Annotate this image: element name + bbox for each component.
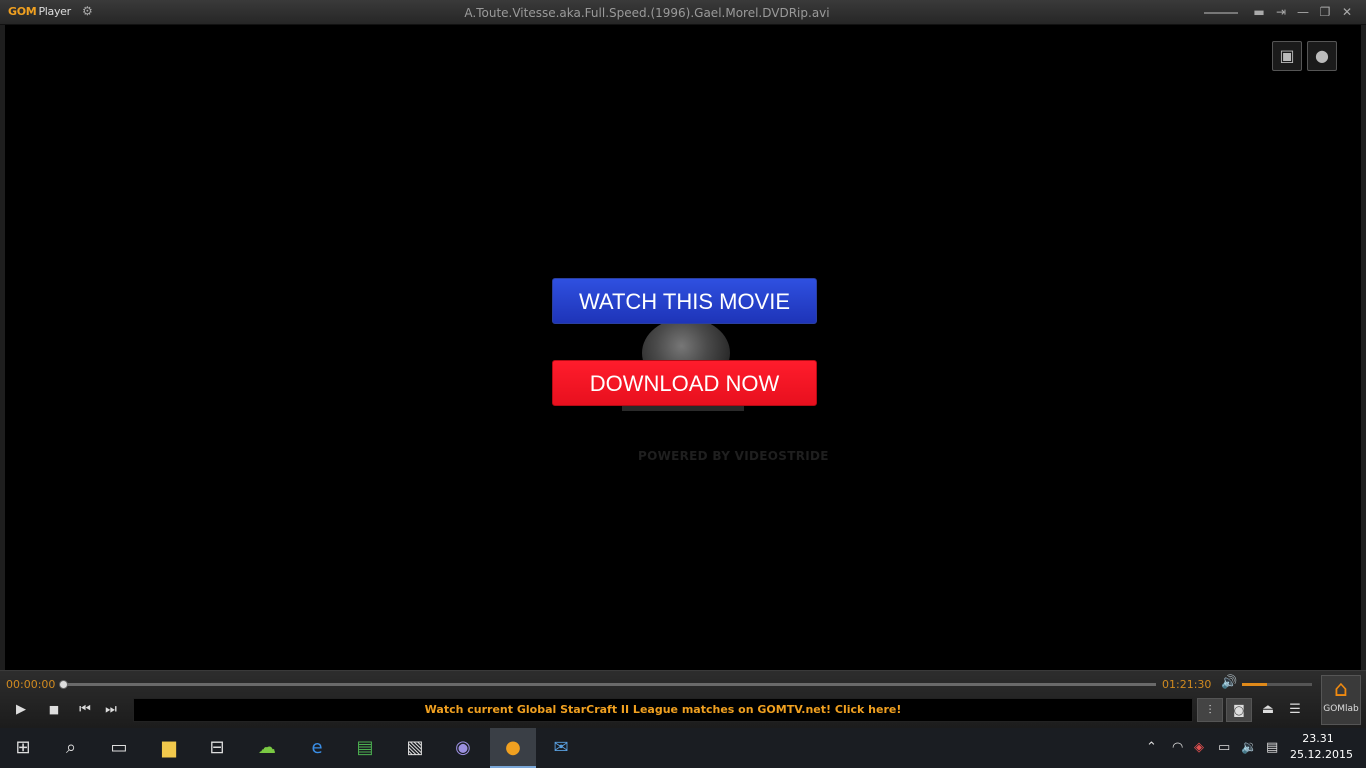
- watch-movie-button[interactable]: WATCH THIS MOVIE: [552, 278, 817, 324]
- chevron-up-icon[interactable]: ⌃: [1146, 728, 1157, 768]
- app-green-icon[interactable]: ☁: [244, 728, 290, 768]
- clock-time: 23.31: [1302, 732, 1334, 745]
- file-explorer-icon[interactable]: ▆: [146, 728, 192, 768]
- maximize-icon[interactable]: ❐: [1314, 3, 1336, 21]
- volume-icon[interactable]: 🔉: [1241, 728, 1257, 768]
- powered-by-text: POWERED BY VIDEOSTRIDE: [638, 449, 829, 463]
- minimize-to-tray-icon[interactable]: [1204, 12, 1238, 14]
- home-icon: ⌂: [1334, 677, 1348, 702]
- eject-icon[interactable]: ⏏: [1259, 701, 1277, 719]
- windows-start-icon[interactable]: ⊞: [0, 728, 46, 768]
- system-clock[interactable]: 23.31 25.12.2015: [1290, 731, 1353, 763]
- minimize-to-tray-icon[interactable]: ▬: [1248, 3, 1270, 21]
- control-bar: 00:00:00 01:21:30 🔊 ▶ ■ ⏮ ⏭ Watch curren…: [0, 670, 1366, 728]
- security-icon[interactable]: ◈: [1194, 728, 1204, 768]
- title-bar[interactable]: GOM Player ⚙ A.Toute.Vitesse.aka.Full.Spe…: [0, 0, 1366, 25]
- previous-icon[interactable]: ⏮: [76, 701, 94, 719]
- download-now-button[interactable]: DOWNLOAD NOW: [552, 360, 817, 406]
- minimize-icon[interactable]: —: [1292, 3, 1314, 21]
- play-icon[interactable]: ▶: [12, 701, 30, 719]
- window-title: A.Toute.Vitesse.aka.Full.Speed.(1996).Ga…: [464, 6, 830, 20]
- window-controls: ▬ ⇥ — ❐ ✕: [1248, 3, 1358, 21]
- network-icon[interactable]: ◠: [1172, 728, 1183, 768]
- gom-player-window: GOM Player ⚙ A.Toute.Vitesse.aka.Full.Spe…: [0, 0, 1366, 728]
- task-view-icon[interactable]: ▭: [96, 728, 142, 768]
- volume-slider[interactable]: [1242, 683, 1312, 686]
- pin-icon[interactable]: ⇥: [1270, 3, 1292, 21]
- gom-player-icon[interactable]: ●: [490, 728, 536, 768]
- volume-icon[interactable]: 🔊: [1221, 675, 1237, 690]
- total-time: 01:21:30: [1162, 678, 1212, 691]
- seek-bar[interactable]: [59, 680, 1156, 689]
- windows-taskbar: ⊞ ⌕ ▭ ▆ ⊟ ☁ e ▤ ▧ ◉ ● ✉ ⌃ ◠ ◈ ▭ 🔉 ▤ 23.3…: [0, 728, 1366, 768]
- browser-app-icon[interactable]: ◉: [440, 728, 486, 768]
- seek-handle[interactable]: [59, 680, 68, 689]
- close-icon[interactable]: ✕: [1336, 3, 1358, 21]
- volume-fill: [1242, 683, 1267, 686]
- thunderbird-icon[interactable]: ✉: [538, 728, 584, 768]
- gomlab-label: GOMlab: [1323, 704, 1359, 714]
- action-center-icon[interactable]: ▤: [1266, 728, 1278, 768]
- current-time: 00:00:00: [6, 678, 56, 691]
- gomlab-button[interactable]: ⌂ GOMlab: [1321, 675, 1361, 725]
- apple-icon[interactable]: ●: [1307, 41, 1337, 71]
- search-icon[interactable]: ⌕: [48, 728, 94, 768]
- promo-banner[interactable]: Watch current Global StarCraft II League…: [133, 698, 1193, 722]
- menu-icon[interactable]: ☰: [1286, 701, 1304, 719]
- edge-icon[interactable]: e: [294, 728, 340, 768]
- stop-icon[interactable]: ■: [45, 701, 63, 719]
- video-area[interactable]: ▣ ● WATCH THIS MOVIE DOWNLOAD NOW POWERE…: [5, 25, 1361, 670]
- power-icon[interactable]: ▭: [1218, 728, 1230, 768]
- equalizer-icon[interactable]: ⫶: [1197, 698, 1223, 722]
- store-icon[interactable]: ⊟: [194, 728, 240, 768]
- photos-icon[interactable]: ▧: [392, 728, 438, 768]
- clock-date: 25.12.2015: [1290, 748, 1353, 761]
- notes-icon[interactable]: ▤: [342, 728, 388, 768]
- android-icon[interactable]: ▣: [1272, 41, 1302, 71]
- camera-icon[interactable]: ◙: [1226, 698, 1252, 722]
- next-icon[interactable]: ⏭: [102, 701, 120, 719]
